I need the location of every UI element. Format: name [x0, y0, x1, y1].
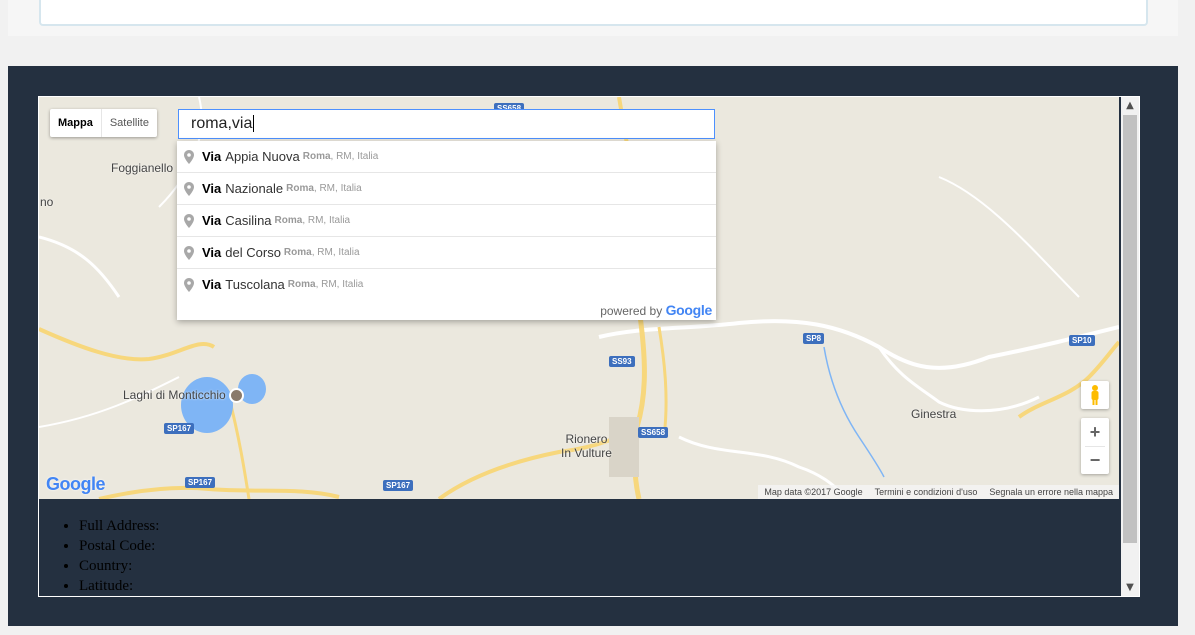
road-shield: SP167	[383, 480, 414, 491]
autocomplete-item[interactable]: Via del Corso Roma, RM, Italia	[177, 236, 716, 268]
powered-by-google: powered by Google	[600, 302, 712, 318]
road-shield: SP8	[803, 333, 825, 344]
street-view-pegman-icon[interactable]	[1081, 381, 1109, 409]
item-street: Tuscolana	[225, 277, 285, 292]
place-label: Ginestra	[911, 407, 957, 421]
scrollbar-thumb[interactable]	[1123, 115, 1137, 543]
item-city: Roma	[286, 183, 314, 194]
item-region: , RM, Italia	[330, 151, 379, 162]
item-street: del Corso	[225, 245, 281, 260]
pegman-icon	[1091, 385, 1099, 405]
report-error-link[interactable]: Segnala un errore nella mappa	[989, 485, 1113, 499]
item-secondary: Roma, RM, Italia	[303, 151, 379, 162]
map-pin-icon	[184, 245, 194, 260]
item-region: , RM, Italia	[311, 247, 360, 258]
item-match: Via	[202, 277, 222, 292]
map-frame: SS658 SS93 SS658 SP8 SP10 SP167 SP167 SP…	[38, 96, 1140, 597]
zoom-in-button[interactable]: +	[1081, 418, 1109, 446]
poi-icon	[229, 388, 245, 404]
zoom-out-button[interactable]: −	[1081, 446, 1109, 474]
item-match: Via	[202, 245, 222, 260]
powered-by-logo: Google	[665, 302, 713, 318]
item-secondary: Roma, RM, Italia	[284, 247, 360, 258]
autocomplete-dropdown: Via Appia Nuova Roma, RM, Italia Via Naz…	[177, 141, 716, 320]
scrollbar[interactable]: ▲ ▼	[1121, 97, 1139, 596]
item-region: , RM, Italia	[302, 215, 351, 226]
google-logo[interactable]: Google	[46, 474, 106, 495]
terms-link[interactable]: Termini e condizioni d'uso	[875, 485, 978, 499]
location-info: Full Address: Postal Code: Country: Lati…	[39, 499, 1119, 596]
map-type-map-button[interactable]: Mappa	[50, 109, 102, 137]
item-street: Nazionale	[225, 181, 284, 196]
item-city: Roma	[302, 151, 331, 162]
place-label-line: In Vulture	[561, 446, 612, 460]
text-caret	[253, 115, 255, 133]
info-list: Full Address: Postal Code: Country: Lati…	[39, 516, 159, 596]
map-pin-icon	[184, 149, 194, 164]
powered-by-text: powered by	[600, 304, 663, 318]
map-pin-icon	[184, 213, 194, 228]
item-secondary: Roma, RM, Italia	[286, 183, 362, 194]
divider	[1085, 446, 1105, 447]
map-attribution: Map data ©2017 Google Termini e condizio…	[758, 485, 1119, 499]
info-full-address: Full Address:	[79, 516, 159, 536]
item-city: Roma	[274, 215, 303, 226]
road-shield: SS93	[609, 356, 635, 367]
autocomplete-item[interactable]: Via Casilina Roma, RM, Italia	[177, 204, 716, 236]
item-secondary: Roma, RM, Italia	[275, 215, 351, 226]
info-country: Country:	[79, 556, 159, 576]
map-pin-icon	[184, 181, 194, 196]
place-label-text: Laghi di Monticchio	[123, 388, 226, 402]
item-region: , RM, Italia	[315, 279, 364, 290]
autocomplete-item[interactable]: Via Appia Nuova Roma, RM, Italia	[177, 141, 716, 172]
place-label: Foggianello	[111, 161, 174, 175]
item-match: Via	[202, 213, 222, 228]
item-region: , RM, Italia	[313, 183, 362, 194]
item-city: Roma	[287, 279, 316, 290]
place-label-rionero: Rionero In Vulture	[561, 432, 612, 460]
place-label-laghi: Laghi di Monticchio	[123, 388, 245, 404]
map-pin-icon	[184, 277, 194, 292]
item-secondary: Roma, RM, Italia	[288, 279, 364, 290]
scroll-up-icon[interactable]: ▲	[1121, 97, 1139, 114]
autocomplete-item[interactable]: Via Tuscolana Roma, RM, Italia	[177, 268, 716, 300]
place-label-line: Rionero	[565, 432, 608, 446]
map-type-satellite-button[interactable]: Satellite	[102, 109, 157, 137]
top-panel	[8, 0, 1178, 36]
scroll-down-icon[interactable]: ▼	[1121, 579, 1139, 596]
top-card	[39, 0, 1148, 26]
map-data-text: Map data ©2017 Google	[764, 487, 863, 497]
map-type-control: Mappa Satellite	[50, 109, 157, 137]
item-match: Via	[202, 181, 222, 196]
road-shield: SS658	[638, 427, 669, 438]
search-input-value: roma,via	[191, 115, 253, 132]
road-shield: SP10	[1069, 335, 1095, 346]
item-city: Roma	[283, 247, 312, 258]
map-canvas[interactable]: SS658 SS93 SS658 SP8 SP10 SP167 SP167 SP…	[39, 97, 1119, 499]
info-latitude: Latitude:	[79, 576, 159, 596]
zoom-control: + −	[1081, 418, 1109, 474]
item-match: Via	[202, 149, 222, 164]
info-postal-code: Postal Code:	[79, 536, 159, 556]
place-label: no	[40, 195, 54, 209]
road-shield: SP167	[164, 423, 195, 434]
item-street: Appia Nuova	[225, 149, 300, 164]
item-street: Casilina	[225, 213, 272, 228]
search-input[interactable]: roma,via	[178, 109, 715, 139]
autocomplete-item[interactable]: Via Nazionale Roma, RM, Italia	[177, 172, 716, 204]
google-logo-text: Google	[46, 474, 106, 494]
road-shield: SP167	[185, 477, 216, 488]
